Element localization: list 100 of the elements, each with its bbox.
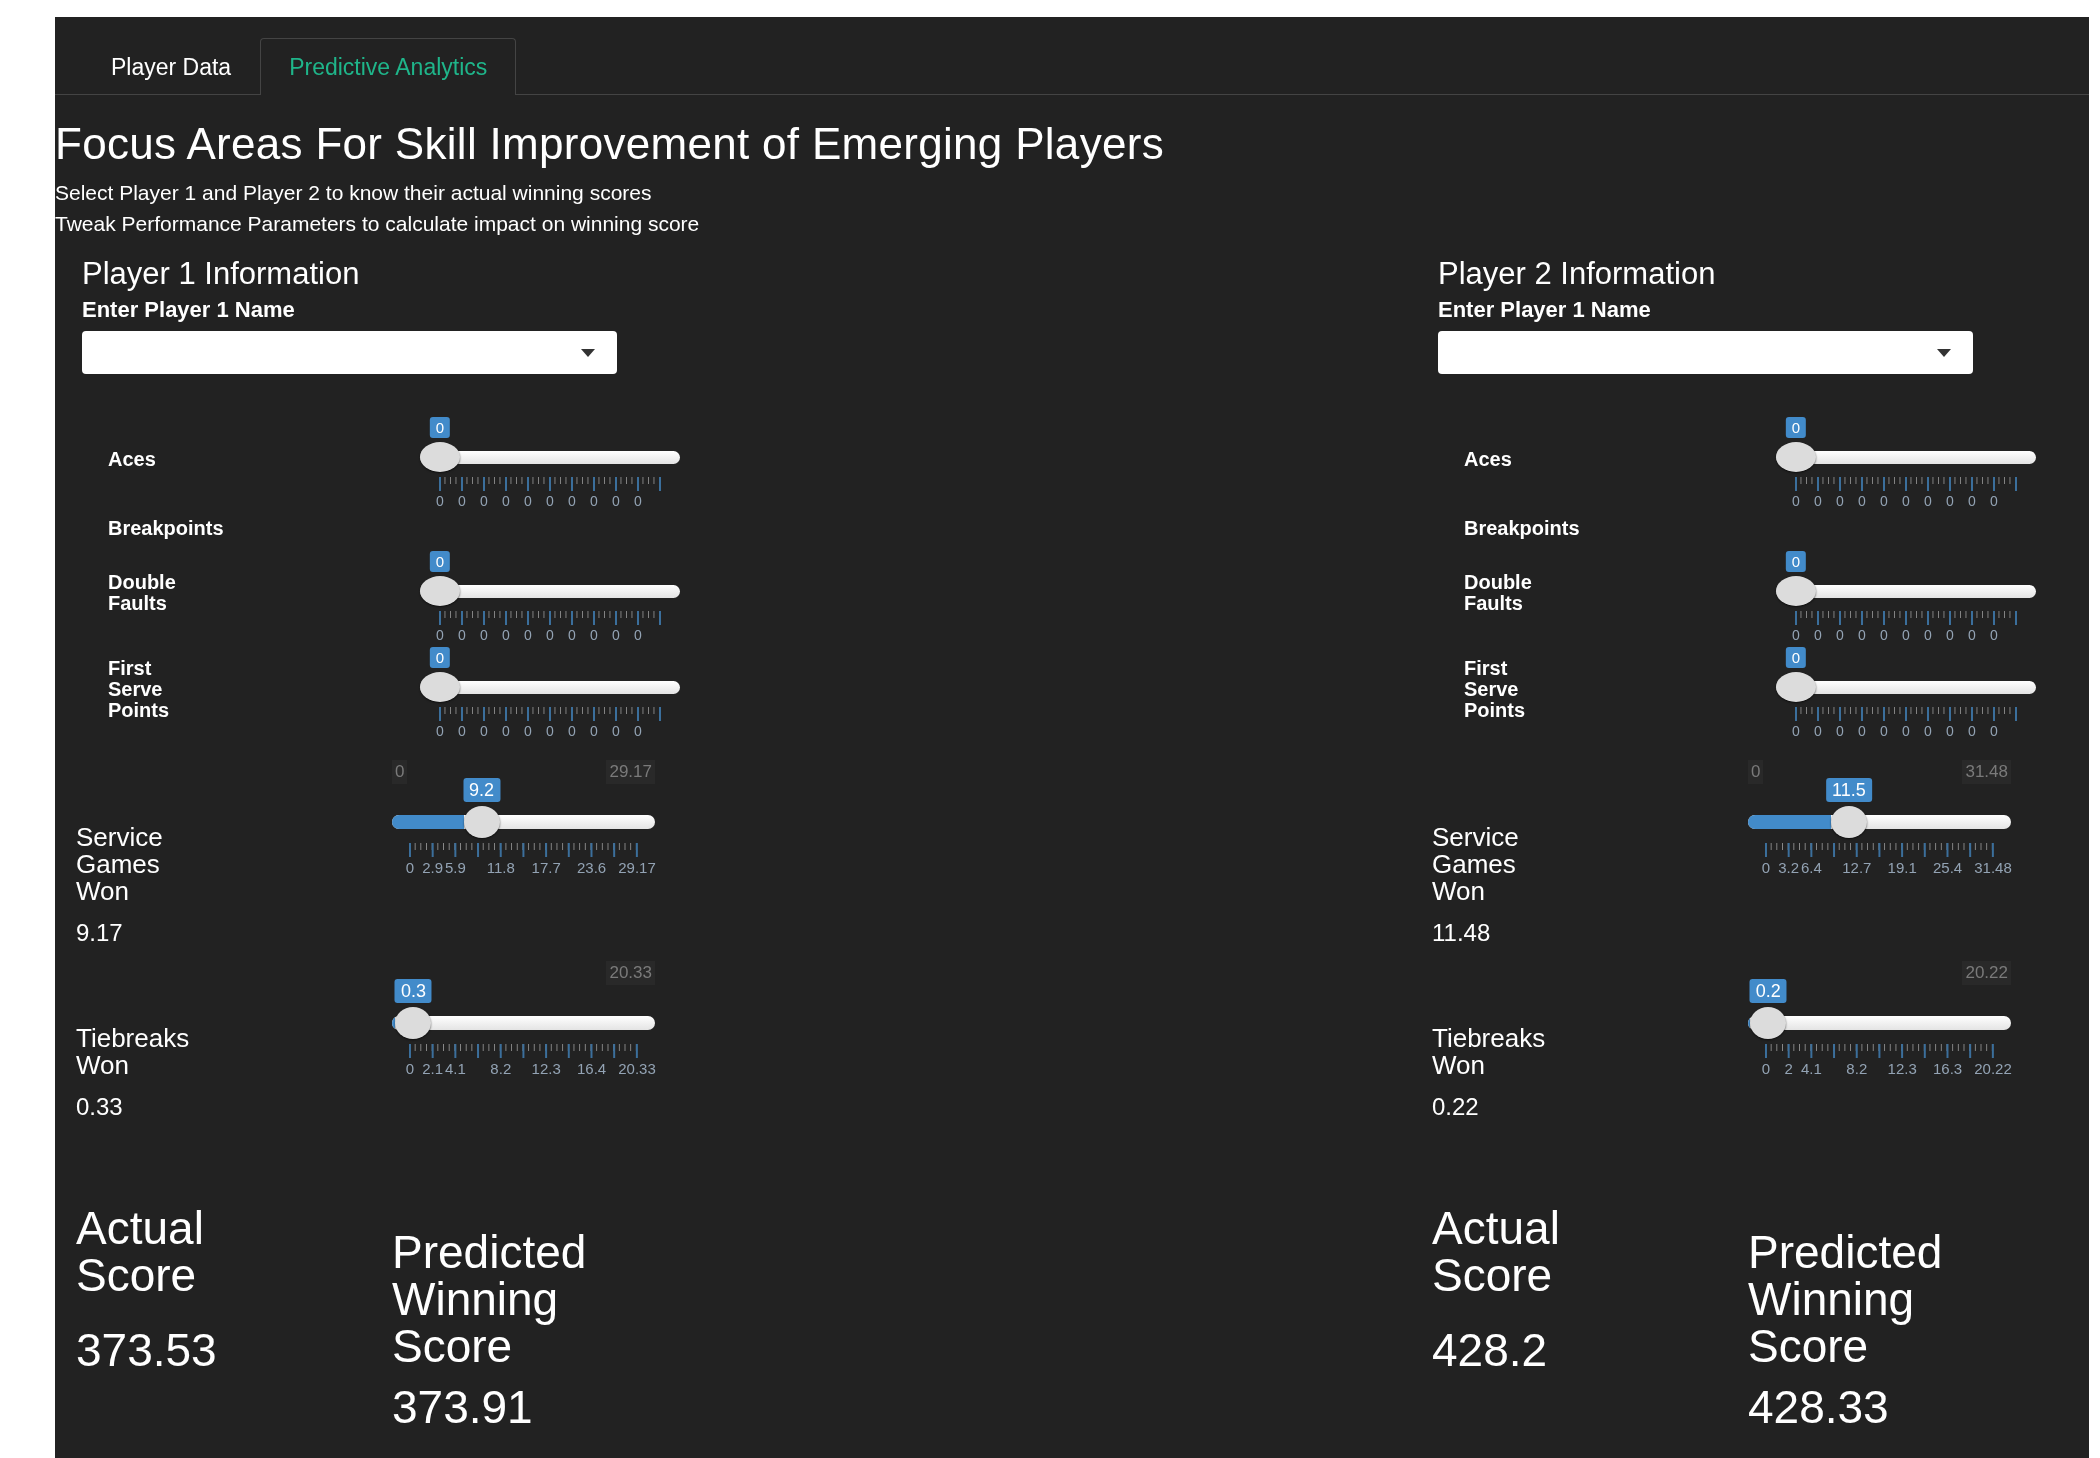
- tick-label: 0: [1990, 627, 1998, 643]
- tick-label: 17.7: [531, 859, 561, 876]
- parameter-label: Service Games Won: [76, 821, 164, 905]
- tab[interactable]: Player Data: [82, 38, 261, 94]
- parameter-value: 0.22: [1432, 1093, 1480, 1121]
- value-badge: 0: [429, 417, 451, 438]
- tick-label: 0: [1946, 493, 1954, 509]
- tick-label: 11.8: [486, 859, 515, 876]
- field-label: Enter Player 1 Name: [1438, 297, 1652, 323]
- slider-thumb[interactable]: [420, 442, 460, 472]
- tick-label: 0: [568, 723, 576, 739]
- parameter-label: Aces: [1464, 448, 1513, 470]
- tick-label: 19.1: [1887, 859, 1917, 876]
- tick-label: 0: [1792, 723, 1800, 739]
- tick-label: 0: [568, 493, 576, 509]
- tick-label: 0: [1880, 723, 1888, 739]
- tick-label: 0: [1858, 627, 1866, 643]
- tick-label: 0: [1814, 627, 1822, 643]
- slider-thumb[interactable]: [1830, 806, 1867, 838]
- tick-label: 16.3: [1933, 1060, 1963, 1077]
- tick-label: 0: [1880, 627, 1888, 643]
- tick-label: 0: [480, 493, 488, 509]
- parameter-label: Breakpoints: [1464, 516, 1581, 540]
- parameter-label: Double Faults: [1464, 572, 1533, 614]
- tick-label: 29.17: [618, 859, 656, 876]
- section-heading: Player 2 Information: [1438, 257, 1717, 291]
- tick-label: 0: [590, 723, 598, 739]
- tick-label: 0: [1924, 627, 1932, 643]
- tick-label: 0: [1858, 723, 1866, 739]
- value-badge: 0.2: [1749, 979, 1787, 1003]
- parameter-label: Tiebreaks Won: [1432, 1022, 1547, 1079]
- score-value: 373.53: [76, 1327, 218, 1374]
- caret-icon: [1937, 348, 1951, 357]
- tick-label: 0: [524, 627, 532, 643]
- slider-min-label: 0: [1748, 760, 1764, 784]
- tick-label: 8.2: [490, 1060, 512, 1077]
- tick-label: 0: [612, 493, 620, 509]
- slider-thumb[interactable]: [420, 576, 460, 606]
- parameter-label: First Serve Points: [1464, 657, 1527, 721]
- tick-label: 0: [1990, 723, 1998, 739]
- tick-label: 0: [590, 493, 598, 509]
- tick-label: 2.9: [422, 859, 444, 876]
- slider-thumb[interactable]: [1776, 672, 1816, 702]
- tick-label: 0: [1880, 493, 1888, 509]
- tick-label: 25.4: [1933, 859, 1963, 876]
- tick-label: 23.6: [577, 859, 607, 876]
- slider-thumb[interactable]: [463, 806, 500, 838]
- tick-label: 0: [1761, 859, 1771, 876]
- tick-label: 0: [634, 627, 642, 643]
- slider-thumb[interactable]: [1750, 1007, 1787, 1039]
- tick-label: 2: [1784, 1060, 1793, 1077]
- score-label: Actual Score: [1432, 1205, 1561, 1299]
- tick-label: 6.4: [1800, 859, 1822, 876]
- tick-label: 0: [436, 493, 444, 509]
- tick-label: 0: [1792, 627, 1800, 643]
- tick-label: 4.1: [444, 1060, 466, 1077]
- slider-thumb[interactable]: [395, 1007, 432, 1039]
- tick-label: 0: [502, 627, 510, 643]
- score-value: 373.91: [392, 1384, 534, 1431]
- caret-icon: [581, 348, 595, 357]
- tick-label: 0: [1814, 723, 1822, 739]
- tick-label: 12.3: [531, 1060, 561, 1077]
- tick-label: 0: [524, 723, 532, 739]
- section-heading: Player 1 Information: [82, 257, 361, 291]
- instruction-text: Select Player 1 and Player 2 to know their actual winning scores: [55, 180, 653, 206]
- slider-max-label: 31.48: [1962, 760, 2011, 784]
- tick-label: 0: [1946, 723, 1954, 739]
- tick-label: 0: [405, 859, 415, 876]
- parameter-label: Aces: [108, 448, 157, 470]
- tick-label: 31.48: [1974, 859, 2012, 876]
- tick-label: 0: [634, 723, 642, 739]
- field-label: Enter Player 1 Name: [82, 297, 296, 323]
- tick-label: 0: [1968, 627, 1976, 643]
- tick-label: 0: [458, 723, 466, 739]
- tick-label: 0: [1990, 493, 1998, 509]
- value-badge: 0: [1785, 551, 1807, 572]
- tick-label: 0: [612, 723, 620, 739]
- slider-max-label: 29.17: [606, 760, 655, 784]
- tick-label: 0: [524, 493, 532, 509]
- tick-label: 0: [1761, 1060, 1771, 1077]
- parameter-label: Double Faults: [108, 572, 177, 614]
- tick-label: 20.22: [1974, 1060, 2012, 1077]
- parameter-value: 11.48: [1432, 919, 1492, 947]
- tick-label: 0: [480, 627, 488, 643]
- tick-label: 0: [502, 723, 510, 739]
- tick-label: 0: [634, 493, 642, 509]
- tick-label: 0: [546, 493, 554, 509]
- tick-label: 0: [1836, 627, 1844, 643]
- slider-thumb[interactable]: [1776, 576, 1816, 606]
- tick-label: 0: [502, 493, 510, 509]
- tick-label: 0: [480, 723, 488, 739]
- slider-thumb[interactable]: [420, 672, 460, 702]
- slider-thumb[interactable]: [1776, 442, 1816, 472]
- value-badge: 0.3: [394, 979, 432, 1003]
- tab[interactable]: Predictive Analytics: [260, 38, 517, 95]
- tick-label: 5.9: [444, 859, 466, 876]
- parameter-label: Service Games Won: [1432, 821, 1520, 905]
- tick-label: 0: [1902, 493, 1910, 509]
- tick-label: 0: [612, 627, 620, 643]
- tick-label: 0: [1968, 493, 1976, 509]
